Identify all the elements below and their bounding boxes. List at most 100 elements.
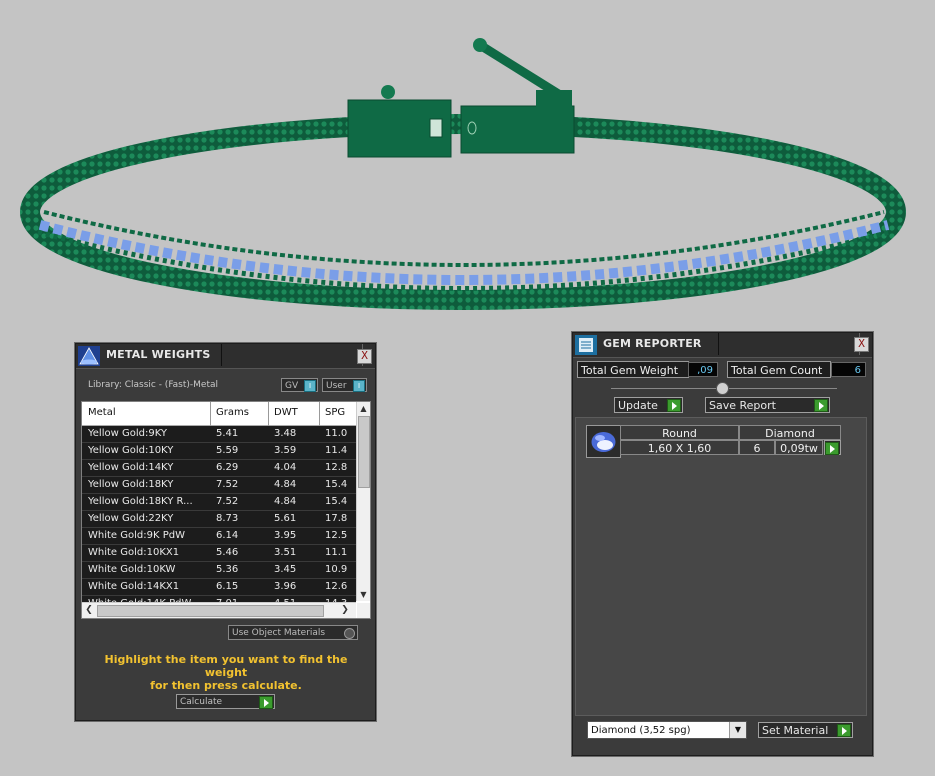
cell-spg: 12.5 <box>325 530 348 541</box>
instruction-line: for then press calculate. <box>150 679 302 692</box>
cell-spg: 12.8 <box>325 462 348 473</box>
cell-grams: 6.14 <box>216 530 239 541</box>
save-report-label: Save Report <box>709 399 776 412</box>
cell-metal: Yellow Gold:9KY <box>88 428 167 439</box>
table-row[interactable]: Yellow Gold:22KY 8.73 5.61 17.8 <box>82 511 356 528</box>
user-toggle[interactable]: User I <box>322 378 367 392</box>
play-arrow-icon <box>814 399 828 412</box>
round-gem-shape-icon <box>591 432 616 452</box>
cell-grams: 6.15 <box>216 581 239 592</box>
cell-metal: White Gold:10KX1 <box>88 547 180 558</box>
gv-toggle[interactable]: GV I <box>281 378 318 392</box>
chevron-down-icon[interactable]: ▼ <box>729 722 746 738</box>
gem-reporter-titlebar[interactable]: GEM REPORTER X <box>573 333 872 358</box>
cell-spg: 15.4 <box>325 496 348 507</box>
table-body: Yellow Gold:9KY 5.41 3.48 11.0 Yellow Gold:… <box>82 426 356 613</box>
use-object-materials-label: Use Object Materials <box>232 628 326 638</box>
table-row[interactable]: Yellow Gold:10KY 5.59 3.59 11.4 <box>82 443 356 460</box>
cell-spg: 12.6 <box>325 581 348 592</box>
column-header-metal[interactable]: Metal <box>88 407 116 418</box>
bracelet-viewport[interactable] <box>0 0 935 330</box>
total-gem-weight-value: ,09 <box>688 362 718 377</box>
cell-dwt: 3.48 <box>274 428 297 439</box>
update-label: Update <box>618 399 658 412</box>
gem-material-cell: Diamond <box>739 425 841 440</box>
gem-reporter-panel: GEM REPORTER X Total Gem Weight ,09 Tota… <box>572 332 873 756</box>
calculate-button[interactable]: Calculate <box>176 694 275 709</box>
toggle-switch-icon: I <box>353 380 365 392</box>
cell-spg: 11.1 <box>325 547 348 558</box>
table-row[interactable]: White Gold:9K PdW 6.14 3.95 12.5 <box>82 528 356 545</box>
table-row[interactable]: Yellow Gold:18KY 7.52 4.84 15.4 <box>82 477 356 494</box>
radio-icon <box>344 628 355 639</box>
set-material-button[interactable]: Set Material <box>758 722 853 738</box>
table-row[interactable]: Yellow Gold:9KY 5.41 3.48 11.0 <box>82 426 356 443</box>
library-label: Library: Classic - (Fast)-Metal <box>88 380 219 390</box>
close-icon[interactable]: X <box>854 337 869 352</box>
scroll-up-icon[interactable]: ▲ <box>357 402 370 415</box>
scroll-left-icon[interactable]: ❮ <box>82 603 96 618</box>
column-header-grams[interactable]: Grams <box>216 407 249 418</box>
titlebar-tab-area <box>221 344 363 366</box>
vertical-scrollbar[interactable]: ▲ ▼ <box>356 402 370 601</box>
cell-dwt: 3.95 <box>274 530 297 541</box>
play-arrow-icon <box>837 724 851 737</box>
play-arrow-icon <box>825 442 839 455</box>
use-object-materials-toggle[interactable]: Use Object Materials <box>228 625 358 640</box>
metal-weights-title: METAL WEIGHTS <box>106 348 211 361</box>
cell-dwt: 5.61 <box>274 513 297 524</box>
gem-weight-cell: 0,09tw <box>775 440 823 455</box>
gv-toggle-label: GV <box>285 381 299 391</box>
cell-spg: 11.4 <box>325 445 348 456</box>
titlebar-tab-area <box>718 333 860 355</box>
cell-dwt: 4.84 <box>274 479 297 490</box>
instruction-line: Highlight the item you want to find the … <box>104 653 348 679</box>
table-row[interactable]: Yellow Gold:18KY R... 7.52 4.84 15.4 <box>82 494 356 511</box>
cell-grams: 5.59 <box>216 445 239 456</box>
calculate-label: Calculate <box>180 697 223 707</box>
scroll-thumb[interactable] <box>358 416 370 488</box>
material-select-value: Diamond (3,52 spg) <box>591 725 691 736</box>
scroll-thumb[interactable] <box>97 605 324 617</box>
metal-table: Metal Grams DWT SPG Yellow Gold:9KY 5.41 3… <box>81 401 371 619</box>
cell-metal: Yellow Gold:18KY <box>88 479 174 490</box>
cell-grams: 5.41 <box>216 428 239 439</box>
table-header: Metal Grams DWT SPG <box>82 402 356 426</box>
table-row[interactable]: Yellow Gold:14KY 6.29 4.04 12.8 <box>82 460 356 477</box>
save-report-button[interactable]: Save Report <box>705 397 830 413</box>
gem-size-cell: 1,60 X 1,60 <box>620 440 739 455</box>
user-toggle-label: User <box>326 381 347 391</box>
gem-select-button[interactable] <box>824 440 841 455</box>
round-gem-icon[interactable] <box>586 425 621 458</box>
gem-list: Round Diamond 1,60 X 1,60 6 0,09tw <box>575 417 867 716</box>
gem-reporter-logo-icon <box>575 335 597 355</box>
cell-dwt: 3.51 <box>274 547 297 558</box>
column-header-spg[interactable]: SPG <box>325 407 345 418</box>
cell-spg: 11.0 <box>325 428 348 439</box>
cell-dwt: 3.45 <box>274 564 297 575</box>
cell-metal: White Gold:10KW <box>88 564 176 575</box>
horizontal-scrollbar[interactable]: ❮ ❯ <box>82 602 356 618</box>
cell-grams: 5.36 <box>216 564 239 575</box>
table-row[interactable]: White Gold:14KX1 6.15 3.96 12.6 <box>82 579 356 596</box>
total-gem-count-value: 6 <box>831 362 866 377</box>
scroll-down-icon[interactable]: ▼ <box>357 588 370 601</box>
set-material-label: Set Material <box>762 724 829 737</box>
cell-dwt: 4.04 <box>274 462 297 473</box>
cell-spg: 10.9 <box>325 564 348 575</box>
cell-spg: 17.8 <box>325 513 348 524</box>
column-header-dwt[interactable]: DWT <box>274 407 298 418</box>
material-select[interactable]: Diamond (3,52 spg) ▼ <box>587 721 747 739</box>
scroll-right-icon[interactable]: ❯ <box>338 603 352 618</box>
table-row[interactable]: White Gold:10KW 5.36 3.45 10.9 <box>82 562 356 579</box>
total-gem-count-label: Total Gem Count <box>727 361 831 378</box>
metal-weights-titlebar[interactable]: METAL WEIGHTS X <box>76 344 375 369</box>
table-row[interactable]: White Gold:10KX1 5.46 3.51 11.1 <box>82 545 356 562</box>
cell-metal: White Gold:14KX1 <box>88 581 180 592</box>
total-gem-weight-label: Total Gem Weight <box>577 361 689 378</box>
close-icon[interactable]: X <box>357 349 372 364</box>
cell-spg: 15.4 <box>325 479 348 490</box>
divider-slider-handle[interactable] <box>716 382 729 395</box>
update-button[interactable]: Update <box>614 397 683 413</box>
metal-weights-panel: METAL WEIGHTS X Library: Classic - (Fast… <box>75 343 376 721</box>
